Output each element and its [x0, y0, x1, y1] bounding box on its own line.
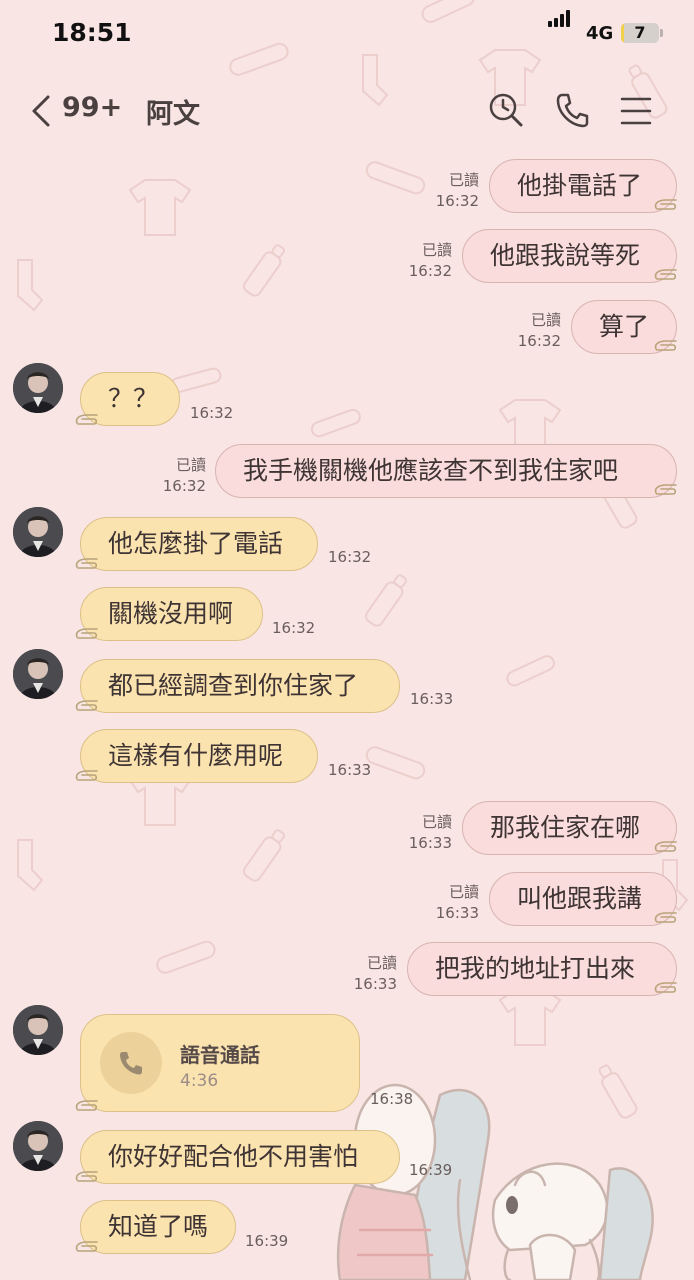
outgoing-message-bubble[interactable]: 把我的地址打出來: [407, 942, 677, 996]
read-label: 已讀: [421, 241, 452, 259]
contact-name[interactable]: 阿文: [146, 92, 200, 131]
contact-avatar[interactable]: [13, 507, 63, 557]
phone-icon: [120, 1052, 142, 1075]
safety-pin-icon: [75, 414, 98, 425]
contact-avatar[interactable]: [13, 363, 63, 413]
network-type: 4G: [586, 23, 614, 44]
safety-pin-icon: [75, 1241, 98, 1252]
unread-count[interactable]: 99+: [62, 92, 122, 123]
search-icon[interactable]: [488, 92, 524, 128]
contact-avatar[interactable]: [13, 1121, 63, 1171]
back-arrow-icon[interactable]: [30, 94, 52, 128]
outgoing-message-bubble[interactable]: 他掛電話了: [489, 159, 677, 213]
contact-avatar[interactable]: [13, 649, 63, 699]
message-time: 16:32: [272, 619, 316, 637]
read-label: 已讀: [421, 813, 452, 831]
message-time: 16:39: [409, 1161, 453, 1179]
read-receipt: 已讀 16:32: [427, 170, 479, 212]
incoming-message-bubble[interactable]: 你好好配合他不用害怕: [80, 1130, 400, 1184]
safety-pin-icon: [654, 484, 677, 495]
call-title: 語音通話: [180, 1043, 260, 1067]
incoming-message-bubble[interactable]: 知道了嗎: [80, 1200, 236, 1254]
safety-pin-icon: [654, 912, 677, 923]
call-icon-circle: [100, 1032, 162, 1094]
voice-call-bubble[interactable]: 語音通話 4:36: [80, 1014, 360, 1112]
safety-pin-icon: [654, 269, 677, 280]
battery-nub: [660, 29, 663, 37]
read-label: 已讀: [366, 954, 397, 972]
read-label: 已讀: [530, 311, 561, 329]
battery-icon: 7: [621, 23, 659, 43]
incoming-message-bubble[interactable]: 他怎麼掛了電話: [80, 517, 318, 571]
read-receipt: 已讀 16:32: [154, 455, 206, 497]
read-receipt: 已讀 16:32: [509, 310, 561, 352]
outgoing-message-bubble[interactable]: 他跟我說等死: [462, 229, 677, 283]
outgoing-message-bubble[interactable]: 那我住家在哪: [462, 801, 677, 855]
message-time: 16:33: [328, 761, 372, 779]
read-label: 已讀: [448, 883, 479, 901]
message-time: 16:32: [517, 332, 561, 350]
menu-icon[interactable]: [620, 96, 652, 126]
message-time: 16:33: [410, 690, 454, 708]
safety-pin-icon: [75, 1171, 98, 1182]
incoming-message-bubble[interactable]: 都已經調查到你住家了: [80, 659, 400, 713]
message-time: 16:39: [245, 1232, 289, 1250]
message-time: 16:33: [435, 904, 479, 922]
safety-pin-icon: [654, 199, 677, 210]
message-time: 16:38: [370, 1090, 414, 1108]
message-time: 16:33: [408, 834, 452, 852]
message-time: 16:32: [190, 404, 234, 422]
message-time: 16:32: [435, 192, 479, 210]
outgoing-message-bubble[interactable]: 叫他跟我講: [489, 872, 677, 926]
incoming-message-bubble[interactable]: 這樣有什麼用呢: [80, 729, 318, 783]
safety-pin-icon: [75, 700, 98, 711]
read-label: 已讀: [175, 456, 206, 474]
outgoing-message-bubble[interactable]: 我手機關機他應該查不到我住家吧: [215, 444, 677, 498]
message-time: 16:33: [353, 975, 397, 993]
read-receipt: 已讀 16:33: [400, 812, 452, 854]
message-time: 16:32: [408, 262, 452, 280]
safety-pin-icon: [654, 841, 677, 852]
read-label: 已讀: [448, 171, 479, 189]
safety-pin-icon: [75, 558, 98, 569]
safety-pin-icon: [654, 340, 677, 351]
phone-call-icon[interactable]: [555, 92, 589, 128]
status-time: 18:51: [52, 18, 132, 47]
call-duration: 4:36: [180, 1071, 219, 1091]
read-receipt: 已讀 16:32: [400, 240, 452, 282]
message-time: 16:32: [328, 548, 372, 566]
incoming-message-bubble[interactable]: 關機沒用啊: [80, 587, 263, 641]
contact-avatar[interactable]: [13, 1005, 63, 1055]
safety-pin-icon: [75, 1100, 98, 1111]
battery-level: 7: [634, 23, 646, 42]
read-receipt: 已讀 16:33: [427, 882, 479, 924]
message-time: 16:32: [162, 477, 206, 495]
read-receipt: 已讀 16:33: [345, 953, 397, 995]
safety-pin-icon: [654, 982, 677, 993]
safety-pin-icon: [75, 770, 98, 781]
safety-pin-icon: [75, 628, 98, 639]
